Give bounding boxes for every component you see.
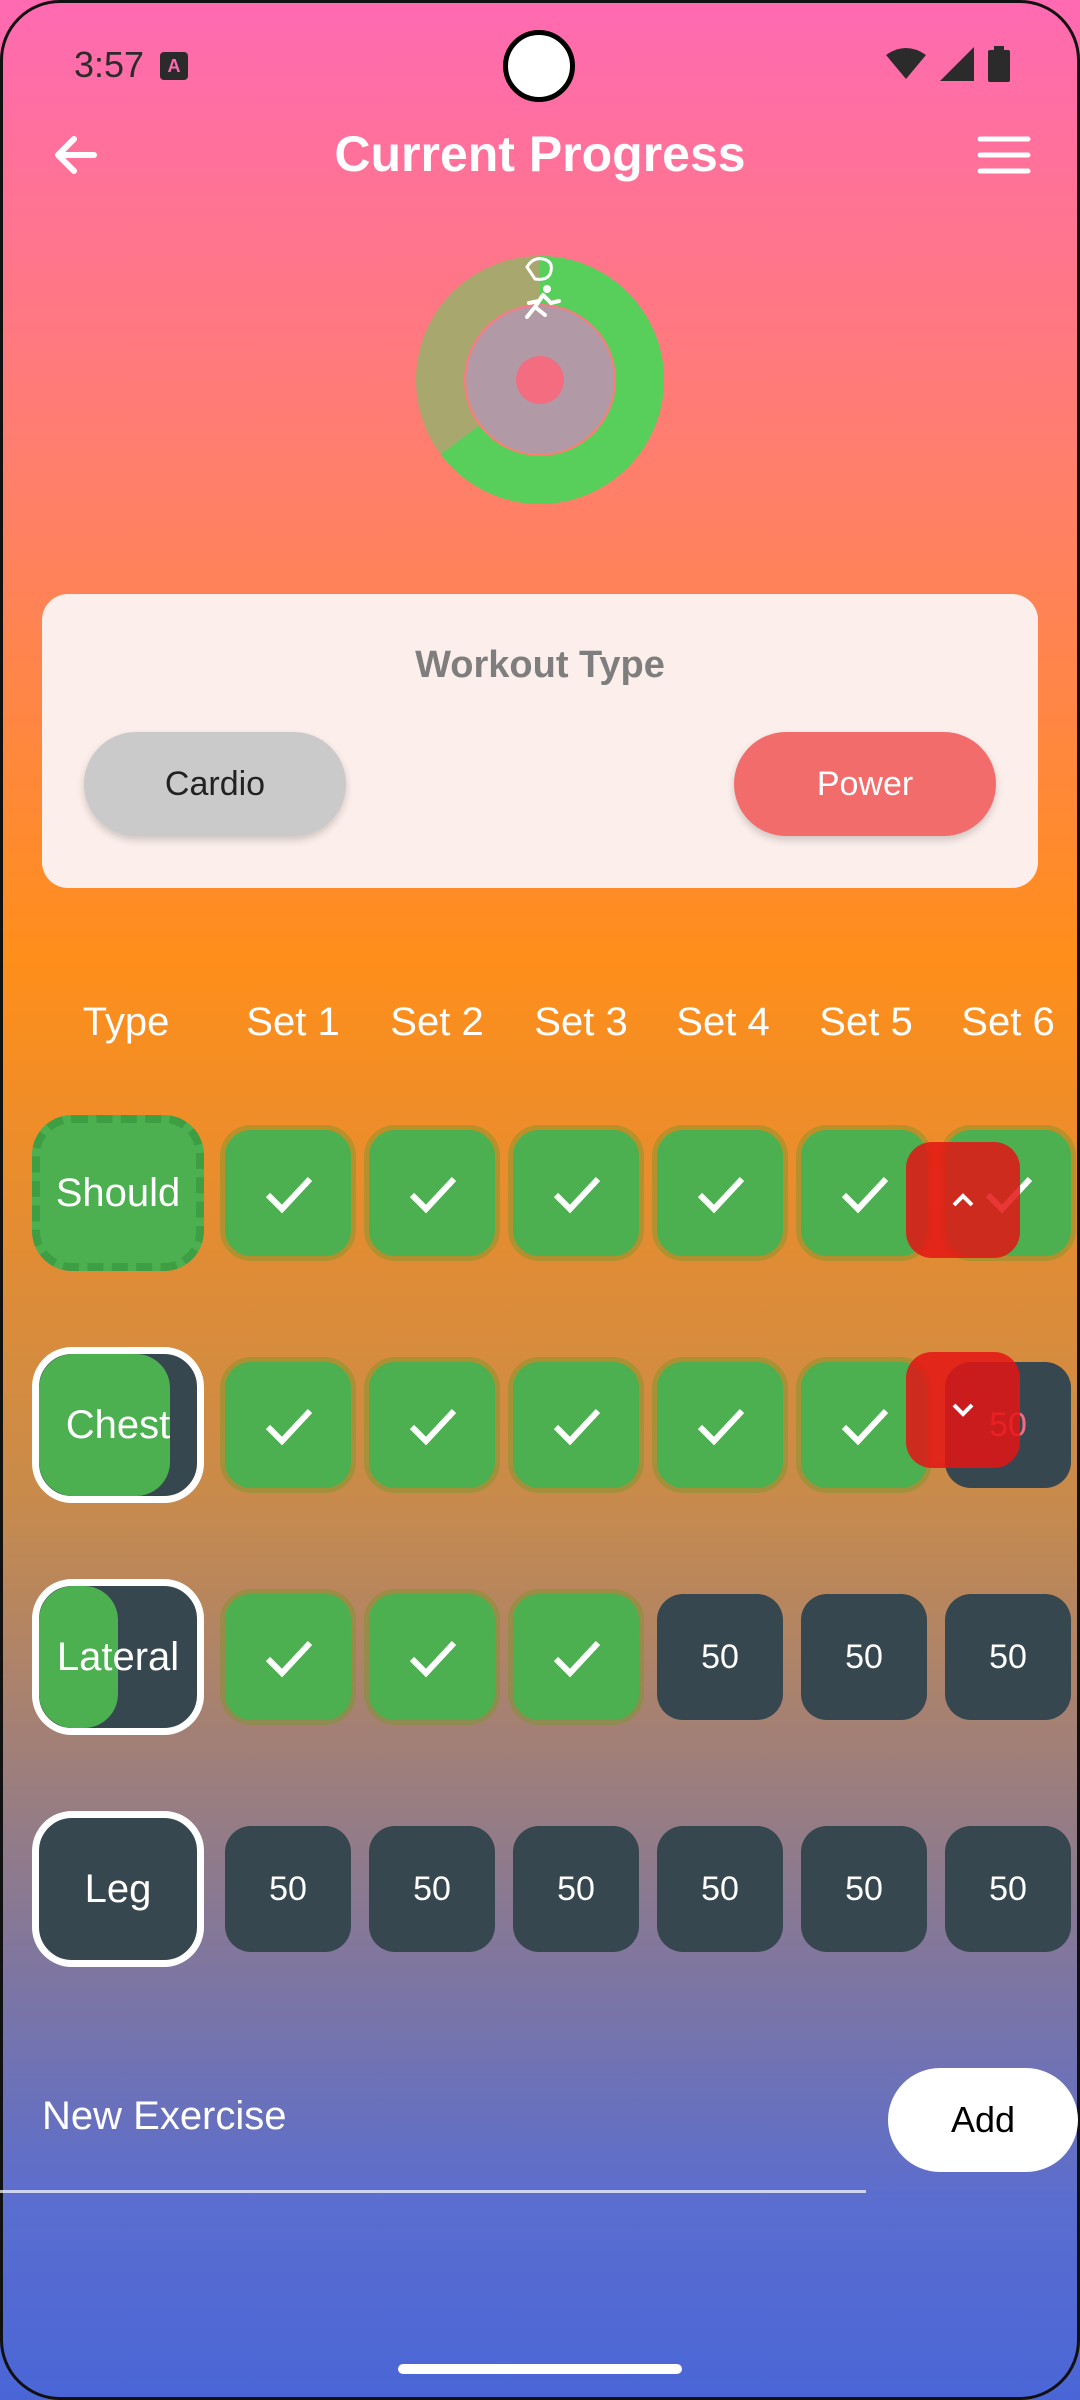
- exercise-button-chest[interactable]: Chest: [32, 1347, 204, 1503]
- exercise-label: Should: [55, 1170, 181, 1215]
- set-cell[interactable]: [657, 1130, 783, 1256]
- power-button[interactable]: Power: [734, 732, 996, 836]
- set-value: 50: [845, 1869, 883, 1908]
- set-cell[interactable]: [513, 1362, 639, 1488]
- check-icon: [265, 1640, 313, 1678]
- exercise-button-lateral[interactable]: Lateral: [32, 1579, 204, 1735]
- header-set-3: Set 3: [534, 1000, 628, 1044]
- workout-type-card: Workout Type Cardio Power: [42, 594, 1038, 888]
- app-bar: Current Progress: [0, 115, 1080, 195]
- header-set-4: Set 4: [676, 1000, 770, 1044]
- status-icons: [886, 46, 1010, 82]
- set-cell[interactable]: 50: [945, 1594, 1071, 1720]
- scroll-up-button[interactable]: [906, 1142, 1020, 1258]
- set-cell[interactable]: 50: [513, 1826, 639, 1952]
- set-cell[interactable]: 50: [657, 1594, 783, 1720]
- new-exercise-input[interactable]: New Exercise: [42, 2094, 287, 2139]
- check-icon: [697, 1176, 745, 1214]
- set-cell[interactable]: [369, 1594, 495, 1720]
- set-value: 50: [845, 1637, 883, 1676]
- exercise-label: Chest: [65, 1402, 171, 1447]
- check-icon: [553, 1176, 601, 1214]
- chevron-up-icon: [952, 1193, 974, 1207]
- page-title: Current Progress: [334, 126, 746, 182]
- set-value: 50: [701, 1869, 739, 1908]
- set-cell[interactable]: [225, 1594, 351, 1720]
- set-value: 50: [557, 1869, 595, 1908]
- set-cell[interactable]: [369, 1130, 495, 1256]
- set-cell[interactable]: 50: [801, 1594, 927, 1720]
- set-value: 50: [269, 1869, 307, 1908]
- check-icon: [265, 1176, 313, 1214]
- set-cell[interactable]: 50: [225, 1826, 351, 1952]
- set-cell[interactable]: 50: [945, 1826, 1071, 1952]
- set-cell[interactable]: [369, 1362, 495, 1488]
- set-value: 50: [413, 1869, 451, 1908]
- menu-icon[interactable]: [976, 127, 1032, 183]
- workout-type-title: Workout Type: [415, 644, 665, 686]
- notification-icon: A: [160, 52, 188, 80]
- set-cell[interactable]: [225, 1130, 351, 1256]
- set-cell[interactable]: [657, 1362, 783, 1488]
- scroll-down-button[interactable]: [906, 1352, 1020, 1468]
- check-icon: [409, 1640, 457, 1678]
- check-icon: [409, 1408, 457, 1446]
- set-cell[interactable]: 50: [657, 1826, 783, 1952]
- chevron-down-icon: [952, 1403, 974, 1417]
- set-value: 50: [701, 1637, 739, 1676]
- check-icon: [841, 1408, 889, 1446]
- set-value: 50: [989, 1869, 1027, 1908]
- check-icon: [697, 1408, 745, 1446]
- home-indicator[interactable]: [398, 2364, 682, 2374]
- exercise-label: Lateral: [56, 1634, 180, 1679]
- check-icon: [553, 1408, 601, 1446]
- input-underline: [0, 2190, 866, 2193]
- exercise-label: Leg: [84, 1866, 152, 1911]
- signal-icon: [940, 47, 974, 81]
- progress-ring: [416, 256, 664, 504]
- status-bar: 3:57 A: [0, 0, 1080, 130]
- cardio-button[interactable]: Cardio: [84, 732, 346, 836]
- check-icon: [409, 1176, 457, 1214]
- wifi-icon: [886, 48, 926, 79]
- status-time: 3:57: [74, 44, 145, 85]
- set-cell[interactable]: [513, 1594, 639, 1720]
- header-set-2: Set 2: [390, 1000, 484, 1044]
- header-set-5: Set 5: [819, 1000, 913, 1044]
- check-icon: [553, 1640, 601, 1678]
- set-cell[interactable]: [513, 1130, 639, 1256]
- battery-icon: [988, 46, 1010, 82]
- header-set-1: Set 1: [246, 1000, 340, 1044]
- exercise-button-should[interactable]: Should: [32, 1115, 204, 1271]
- set-cell[interactable]: 50: [369, 1826, 495, 1952]
- header-set-6: Set 6: [961, 1000, 1055, 1044]
- header-type: Type: [82, 1000, 170, 1044]
- check-icon: [265, 1408, 313, 1446]
- set-value: 50: [989, 1637, 1027, 1676]
- check-icon: [841, 1176, 889, 1214]
- set-cell[interactable]: [225, 1362, 351, 1488]
- camera-cutout: [503, 30, 575, 102]
- add-button[interactable]: Add: [888, 2068, 1078, 2172]
- exercise-button-leg[interactable]: Leg: [32, 1811, 204, 1967]
- set-cell[interactable]: 50: [801, 1826, 927, 1952]
